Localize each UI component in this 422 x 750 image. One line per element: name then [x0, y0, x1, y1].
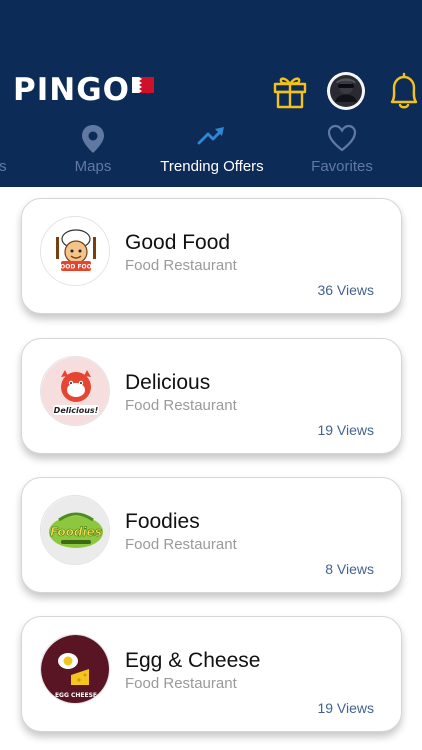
restaurant-category: Food Restaurant	[125, 397, 237, 414]
svg-text:Foodies: Foodies	[50, 525, 102, 539]
app-header: PINGO s Maps Trending Offers Favorites	[0, 0, 422, 187]
restaurant-card[interactable]: Foodies Foodies Food Restaurant 8 Views	[21, 477, 402, 593]
restaurant-card[interactable]: EGG CHEESE Egg & Cheese Food Restaurant …	[21, 616, 402, 732]
egg-cheese-logo-icon: EGG CHEESE	[40, 634, 110, 704]
heart-icon	[327, 124, 357, 152]
tab-label: Favorites	[311, 158, 373, 175]
good-food-logo-icon: GOOD FOOD	[40, 216, 110, 286]
bahrain-flag-icon	[132, 77, 154, 93]
tab-maps[interactable]: Maps	[28, 118, 158, 187]
views-count: 8 Views	[325, 561, 374, 577]
restaurant-card[interactable]: GOOD FOOD Good Food Food Restaurant 36 V…	[21, 198, 402, 314]
tab-label: Maps	[74, 158, 112, 175]
gift-icon[interactable]	[273, 73, 307, 109]
foodies-logo-icon: Foodies	[40, 495, 110, 565]
svg-text:GOOD FOOD: GOOD FOOD	[55, 264, 96, 271]
tab-trending-offers[interactable]: Trending Offers	[147, 118, 277, 187]
views-count: 19 Views	[317, 700, 374, 716]
svg-text:Delicious!: Delicious!	[54, 406, 99, 415]
tab-bar: Stores Maps Trending Offers Favorites	[0, 118, 422, 187]
restaurant-category: Food Restaurant	[125, 675, 237, 692]
tab-label: Trending Offers	[160, 158, 264, 175]
user-avatar-icon	[328, 73, 364, 109]
logo-text: PINGO	[13, 72, 130, 108]
restaurant-card[interactable]: Delicious! Delicious Food Restaurant 19 …	[21, 338, 402, 454]
offers-list[interactable]: GOOD FOOD Good Food Food Restaurant 36 V…	[0, 187, 422, 750]
restaurant-name: Foodies	[125, 510, 200, 533]
pingo-logo[interactable]: PINGO	[13, 70, 154, 110]
views-count: 36 Views	[317, 282, 374, 298]
avatar[interactable]	[327, 72, 365, 110]
tab-more[interactable]	[415, 118, 422, 187]
bell-icon[interactable]	[384, 70, 422, 112]
restaurant-name: Egg & Cheese	[125, 649, 261, 672]
svg-text:EGG CHEESE: EGG CHEESE	[55, 692, 97, 699]
restaurant-name: Good Food	[125, 231, 231, 254]
delicious-logo-icon: Delicious!	[40, 356, 110, 426]
map-pin-icon	[82, 125, 104, 153]
restaurant-category: Food Restaurant	[125, 536, 237, 553]
views-count: 19 Views	[317, 422, 374, 438]
restaurant-name: Delicious	[125, 371, 211, 394]
restaurant-category: Food Restaurant	[125, 257, 237, 274]
tab-favorites[interactable]: Favorites	[277, 118, 407, 187]
trending-up-icon	[197, 127, 224, 145]
